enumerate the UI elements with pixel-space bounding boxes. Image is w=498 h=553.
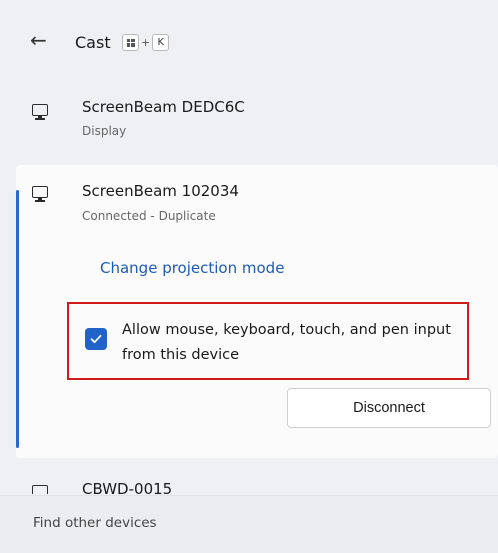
cast-panel: ← Cast + K ScreenBeam DEDC6C Display Scr… bbox=[0, 0, 498, 553]
shortcut-key: K bbox=[152, 34, 170, 51]
footer: Find other devices bbox=[0, 495, 498, 553]
device-item-partial[interactable]: CBWD-0015 bbox=[0, 474, 498, 494]
device-name: CBWD-0015 bbox=[82, 480, 173, 494]
find-other-devices-link[interactable]: Find other devices bbox=[33, 515, 157, 531]
allow-input-checkbox[interactable] bbox=[85, 328, 107, 350]
change-projection-mode-link[interactable]: Change projection mode bbox=[100, 259, 284, 277]
device-status: Display bbox=[82, 124, 127, 138]
device-name: ScreenBeam DEDC6C bbox=[82, 98, 245, 116]
shortcut-plus: + bbox=[141, 36, 151, 49]
device-name: ScreenBeam 102034 bbox=[82, 182, 239, 200]
page-title: Cast bbox=[75, 33, 111, 52]
device-status: Connected - Duplicate bbox=[82, 209, 216, 223]
disconnect-button[interactable]: Disconnect bbox=[287, 388, 491, 428]
header: ← Cast + K bbox=[0, 0, 498, 84]
monitor-icon bbox=[32, 186, 50, 202]
allow-input-label: Allow mouse, keyboard, touch, and pen in… bbox=[122, 322, 451, 363]
back-arrow-icon[interactable]: ← bbox=[30, 30, 47, 50]
device-item-connected[interactable]: ScreenBeam 102034 Connected - Duplicate bbox=[0, 172, 498, 232]
checkmark-icon bbox=[90, 334, 102, 344]
device-item[interactable]: ScreenBeam DEDC6C Display bbox=[0, 88, 498, 148]
monitor-icon bbox=[32, 104, 50, 120]
windows-key-icon bbox=[122, 34, 139, 51]
keyboard-shortcut: + K bbox=[122, 34, 170, 51]
monitor-icon bbox=[32, 485, 48, 494]
